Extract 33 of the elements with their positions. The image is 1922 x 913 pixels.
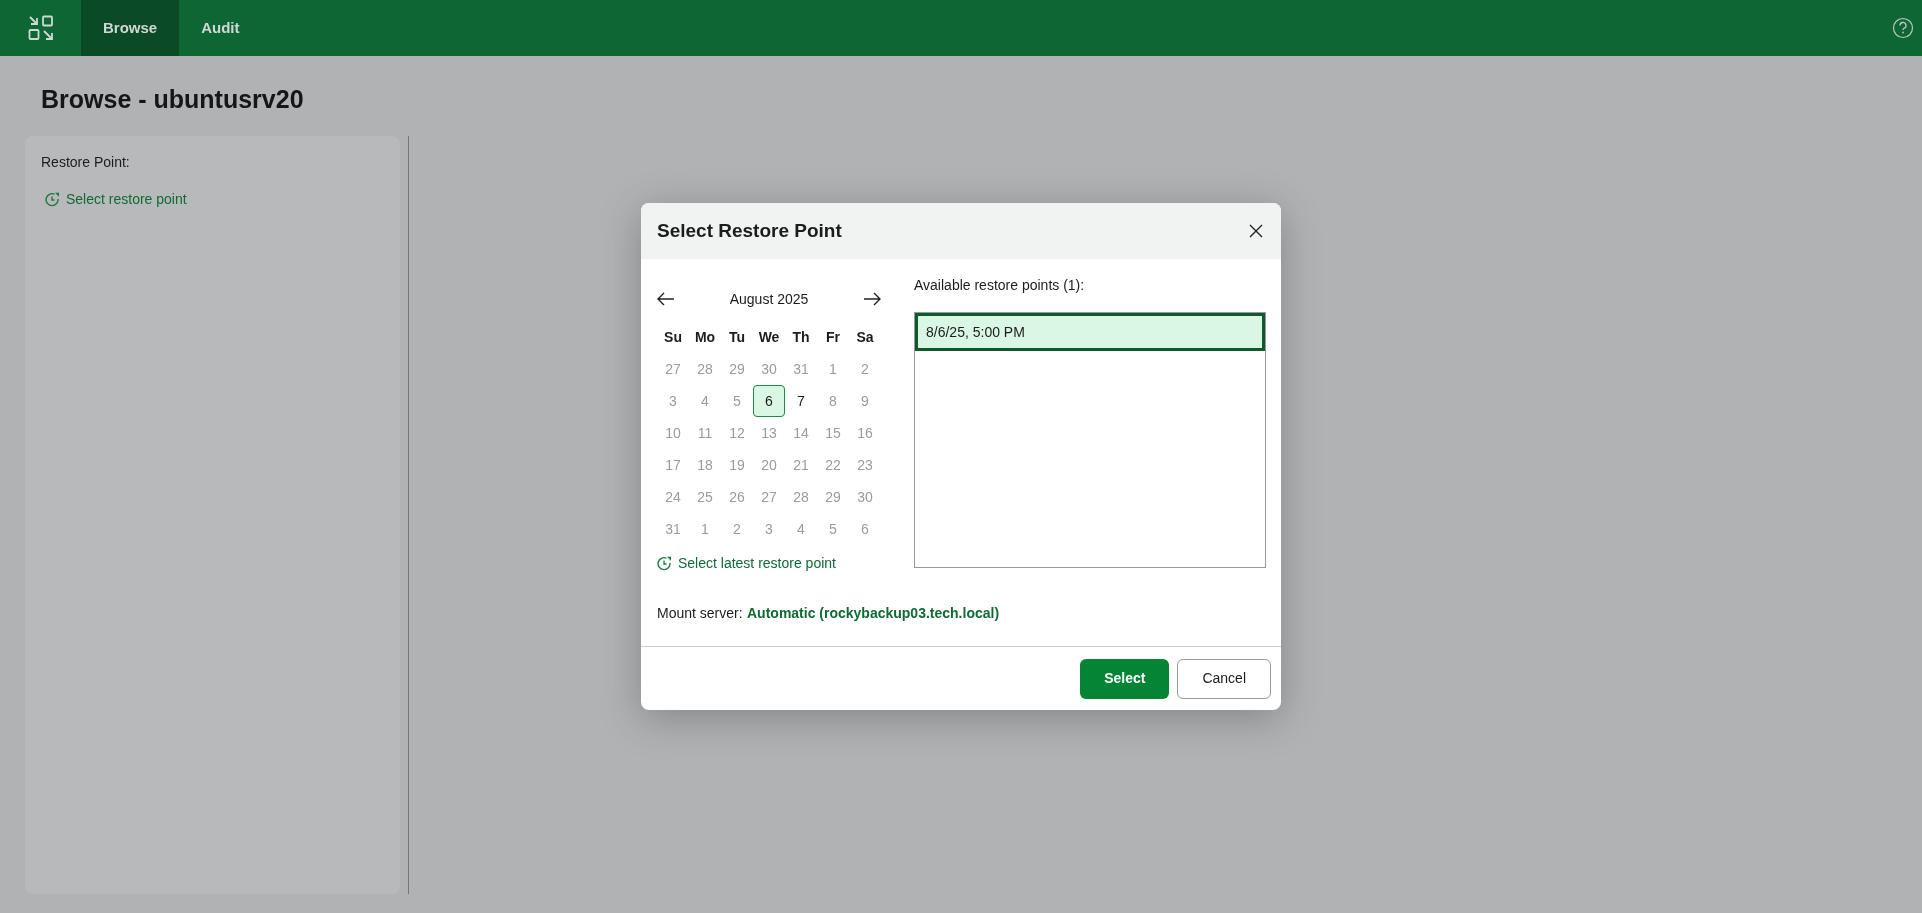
weekday-label: Sa bbox=[855, 327, 875, 347]
right-arrow-icon bbox=[863, 292, 881, 306]
logo-icon bbox=[27, 15, 54, 41]
weekday-label: Su bbox=[663, 327, 683, 347]
next-month-button[interactable] bbox=[863, 292, 881, 306]
restore-point-label: Restore Point: bbox=[41, 153, 131, 172]
weekday-label: Tu bbox=[727, 327, 747, 347]
help-icon[interactable] bbox=[1892, 17, 1914, 39]
select-button[interactable]: Select bbox=[1080, 658, 1170, 699]
weekday-label: Mo bbox=[693, 327, 717, 347]
history-icon bbox=[657, 556, 672, 571]
calendar-day[interactable]: 6 bbox=[753, 385, 785, 417]
month-label: August 2025 bbox=[729, 289, 809, 309]
previous-month-button[interactable] bbox=[657, 292, 675, 306]
mount-server-link[interactable]: Automatic (rockybackup03.tech.local) bbox=[747, 602, 1000, 624]
page-title: Browse - ubuntusrv20 bbox=[40, 84, 305, 115]
close-icon bbox=[1249, 224, 1263, 238]
calendar-day[interactable]: 7 bbox=[785, 385, 817, 417]
weekday-label: Fr bbox=[825, 327, 841, 347]
restore-point-item[interactable]: 8/6/25, 5:00 PM bbox=[915, 313, 1265, 351]
nav-tab[interactable]: Browse bbox=[81, 0, 180, 56]
restore-points-label: Available restore points (1): bbox=[914, 276, 1086, 295]
select-restore-point-link[interactable]: Select restore point bbox=[45, 189, 187, 210]
dialog-title: Select Restore Point bbox=[657, 219, 842, 243]
cancel-button[interactable]: Cancel bbox=[1177, 658, 1271, 699]
close-button[interactable] bbox=[1247, 222, 1265, 240]
weekday-label: Th bbox=[791, 327, 811, 347]
history-icon bbox=[45, 192, 60, 207]
select-latest-restore-point-link[interactable]: Select latest restore point bbox=[657, 553, 836, 574]
left-arrow-icon bbox=[657, 292, 675, 306]
mount-server-label: Mount server: bbox=[657, 603, 744, 623]
nav-tab[interactable]: Audit bbox=[179, 0, 262, 56]
weekday-label: We bbox=[757, 327, 781, 347]
